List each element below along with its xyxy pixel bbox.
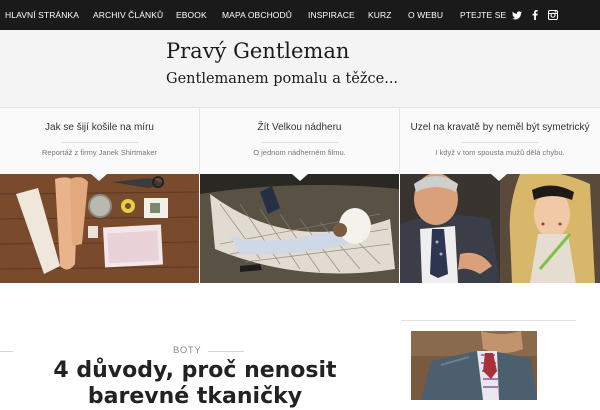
featured-post-divider (261, 142, 338, 143)
featured-post-divider (61, 142, 138, 143)
site-tagline: Gentlemanem pomalu a těžce... (166, 71, 399, 87)
featured-post-divider (462, 142, 538, 143)
site-title[interactable]: Pravý Gentleman (166, 39, 349, 63)
nav-item-course[interactable]: KURZ (368, 0, 392, 30)
post-category-link[interactable]: BOTY (173, 345, 201, 356)
tailoring-workbench-image[interactable] (0, 174, 199, 283)
instagram-icon[interactable] (546, 0, 560, 30)
site-header: Pravý Gentleman Gentlemanem pomalu a těž… (0, 30, 600, 107)
tie-knot-image[interactable] (400, 174, 600, 283)
nav-item-ask[interactable]: PTEJTE SE (460, 0, 506, 30)
nav-item-ebook[interactable]: EBOOK (176, 0, 207, 30)
nav-item-archive[interactable]: ARCHIV ČLÁNKŮ (93, 0, 163, 30)
post-title-link[interactable]: 4 důvody, proč nenosit barevné tkaničky (40, 358, 350, 410)
featured-post-title[interactable]: Žít Velkou nádheru (200, 122, 399, 133)
top-navigation: HLAVNÍ STRÁNKA ARCHIV ČLÁNKŮ EBOOK MAPA … (0, 0, 600, 30)
sidebar-divider (401, 320, 576, 321)
category-line (0, 351, 13, 352)
hammock-image[interactable] (200, 174, 399, 283)
featured-image-strip (0, 174, 600, 283)
nav-item-shop-map[interactable]: MAPA OBCHODŮ (222, 0, 292, 30)
sidebar-jacket-image[interactable] (411, 331, 537, 400)
featured-post-subtitle: Reportáž z firmy Janek Shirtmaker (41, 148, 158, 157)
pointer-notch (91, 174, 107, 181)
twitter-icon[interactable] (510, 0, 524, 30)
nav-item-inspiration[interactable]: INSPIRACE (308, 0, 355, 30)
featured-post-subtitle: O jednom nádherném filmu. (253, 148, 346, 157)
nav-item-home[interactable]: HLAVNÍ STRÁNKA (5, 0, 79, 30)
nav-item-about[interactable]: O WEBU (408, 0, 443, 30)
featured-post-title[interactable]: Jak se šijí košile na míru (0, 122, 199, 133)
pointer-notch (292, 174, 308, 181)
featured-post[interactable]: Uzel na kravatě by neměl být symetrický … (400, 108, 600, 174)
category-line (208, 351, 244, 352)
facebook-icon[interactable] (528, 0, 542, 30)
pointer-notch (491, 174, 507, 181)
featured-post-title[interactable]: Uzel na kravatě by neměl být symetrický (400, 122, 600, 133)
featured-post[interactable]: Žít Velkou nádheru O jednom nádherném fi… (200, 108, 399, 174)
featured-post[interactable]: Jak se šijí košile na míru Reportáž z fi… (0, 108, 199, 174)
featured-post-subtitle: I když v tom spousta mužů dělá chybu. (435, 148, 565, 157)
featured-posts: Jak se šijí košile na míru Reportáž z fi… (0, 108, 600, 174)
main-content: BOTY 4 důvody, proč nenosit barevné tkan… (0, 283, 600, 409)
